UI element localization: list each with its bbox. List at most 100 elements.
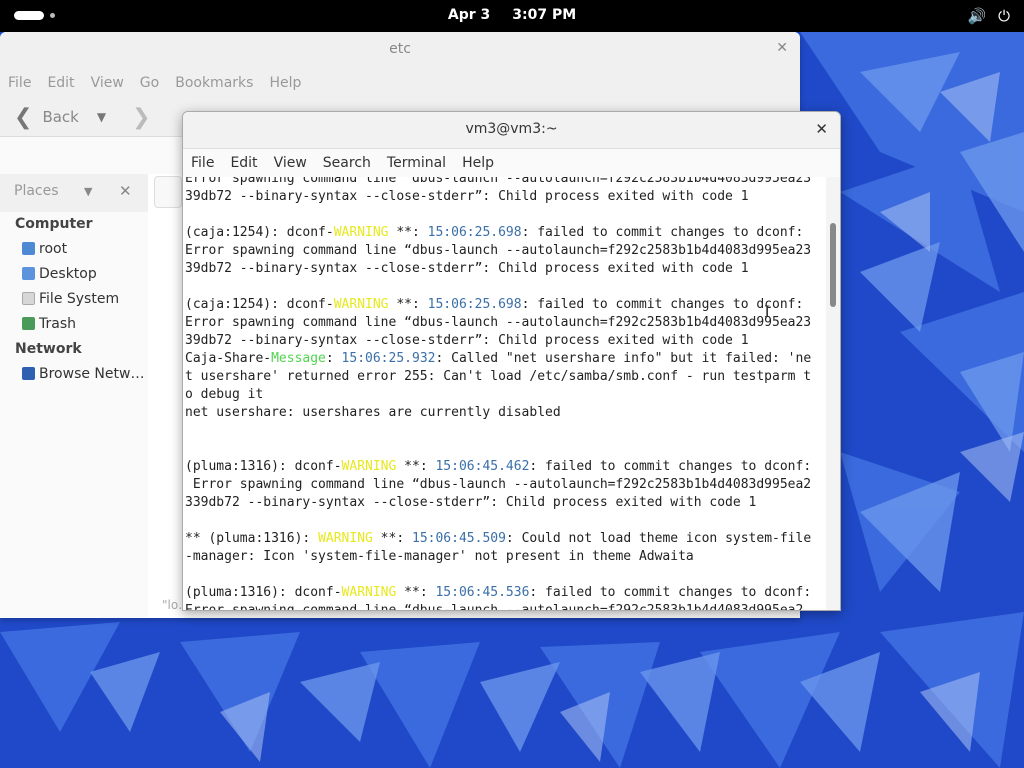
terminal-text: net usershare: usershares are currently … xyxy=(185,405,561,420)
sidebar-item-label: File System xyxy=(39,291,120,307)
desktop-folder-icon xyxy=(22,267,35,280)
terminal-output[interactable]: Error spawning command line “dbus-launch… xyxy=(183,177,826,610)
sidebar-item-trash[interactable]: Trash xyxy=(0,312,148,337)
terminal-text: Error spawning command line “dbus-launch… xyxy=(185,243,812,258)
menu-view[interactable]: View xyxy=(91,75,124,91)
terminal-line: 39db72 --binary-syntax --close-stderr”: … xyxy=(185,260,811,278)
edit-location-button[interactable] xyxy=(154,176,182,208)
forward-arrow-icon[interactable]: ❯ xyxy=(132,105,150,130)
back-history-dropdown-icon[interactable]: ▼ xyxy=(97,110,106,124)
menu-help[interactable]: Help xyxy=(462,155,494,171)
terminal-line: Error spawning command line “dbus-launch… xyxy=(185,242,811,260)
places-header: Places ▼ ✕ xyxy=(0,174,148,212)
terminal-line: (caja:1254): dconf-WARNING **: 15:06:25.… xyxy=(185,224,811,242)
log-timestamp: 15:06:25.698 xyxy=(427,225,522,240)
network-icon xyxy=(22,367,35,380)
terminal-text: Error spawning command line “dbus-launch… xyxy=(185,603,803,610)
menu-search[interactable]: Search xyxy=(323,155,371,171)
terminal-text: Caja-Share- xyxy=(185,351,272,366)
terminal-text: (pluma:1316): dconf- xyxy=(185,585,342,600)
file-manager-titlebar[interactable]: etc ✕ xyxy=(0,32,800,68)
clock[interactable]: Apr 3 3:07 PM xyxy=(0,7,1024,23)
back-button[interactable]: Back xyxy=(42,108,78,126)
clock-time: 3:07 PM xyxy=(512,7,577,23)
terminal-line: Error spawning command line “dbus-launch… xyxy=(185,602,811,610)
sidebar-item-browse-network[interactable]: Browse Netw… xyxy=(0,362,148,387)
terminal-text: 39db72 --binary-syntax --close-stderr”: … xyxy=(185,189,749,204)
menu-go[interactable]: Go xyxy=(140,75,159,91)
system-tray[interactable]: 🔊 ⏻ xyxy=(967,7,1010,25)
terminal-line: 39db72 --binary-syntax --close-stderr”: … xyxy=(185,332,811,350)
terminal-text: : failed to commit changes to dconf: xyxy=(521,297,804,312)
clock-date: Apr 3 xyxy=(447,7,491,23)
terminal-line: -manager: Icon 'system-file-manager' not… xyxy=(185,548,811,566)
warning-label: WARNING xyxy=(333,297,389,312)
menu-help[interactable]: Help xyxy=(269,75,301,91)
terminal-line: (pluma:1316): dconf-WARNING **: 15:06:45… xyxy=(185,584,811,602)
terminal-line: net usershare: usershares are currently … xyxy=(185,404,811,422)
close-icon[interactable]: ✕ xyxy=(815,120,828,138)
file-manager-title: etc xyxy=(389,41,411,57)
menu-terminal[interactable]: Terminal xyxy=(387,155,446,171)
back-arrow-icon[interactable]: ❮ xyxy=(14,105,32,130)
terminal-line: o debug it xyxy=(185,386,811,404)
message-label: Message xyxy=(271,351,326,366)
terminal-line: 39db72 --binary-syntax --close-stderr”: … xyxy=(185,188,811,206)
sidebar-item-file-system[interactable]: File System xyxy=(0,287,148,312)
menu-file[interactable]: File xyxy=(8,75,31,91)
sidebar-header-computer: Computer xyxy=(15,216,93,232)
terminal-title: vm3@vm3:~ xyxy=(465,121,558,137)
terminal-line: ** (pluma:1316): WARNING **: 15:06:45.50… xyxy=(185,530,811,548)
text-cursor-icon: I xyxy=(764,302,771,321)
menu-edit[interactable]: Edit xyxy=(230,155,257,171)
terminal-text: Error spawning command line “dbus-launch… xyxy=(185,315,812,330)
terminal-line: Error spawning command line “dbus-launch… xyxy=(185,476,811,494)
sidebar-item-label: Trash xyxy=(39,316,76,332)
terminal-scrollbar[interactable] xyxy=(826,177,840,610)
close-sidebar-icon[interactable]: ✕ xyxy=(119,182,132,200)
terminal-line: t usershare' returned error 255: Can't l… xyxy=(185,368,811,386)
menu-edit[interactable]: Edit xyxy=(47,75,74,91)
scrollbar-thumb[interactable] xyxy=(830,223,836,307)
terminal-line: Error spawning command line “dbus-launch… xyxy=(185,314,811,332)
terminal-titlebar[interactable]: vm3@vm3:~ ✕ xyxy=(183,112,840,149)
terminal-text: (caja:1254): dconf- xyxy=(185,297,334,312)
warning-label: WARNING xyxy=(341,459,397,474)
terminal-text: Error spawning command line “dbus-launch… xyxy=(185,477,812,492)
terminal-text: : failed to commit changes to dconf: xyxy=(529,585,812,600)
drive-icon xyxy=(22,292,35,305)
speaker-icon[interactable]: 🔊 xyxy=(967,7,986,25)
power-icon[interactable]: ⏻ xyxy=(998,7,1010,25)
terminal-text: Error spawning command line “dbus-launch… xyxy=(185,177,812,186)
sidebar-item-label: root xyxy=(39,241,68,257)
sidebar-item-root[interactable]: root xyxy=(0,237,148,262)
terminal-text: 39db72 --binary-syntax --close-stderr”: … xyxy=(185,333,749,348)
warning-label: WARNING xyxy=(341,585,397,600)
menu-view[interactable]: View xyxy=(274,155,307,171)
menu-bookmarks[interactable]: Bookmarks xyxy=(175,75,253,91)
sidebar-item-desktop[interactable]: Desktop xyxy=(0,262,148,287)
log-timestamp: 15:06:45.462 xyxy=(435,459,530,474)
log-timestamp: 15:06:25.932 xyxy=(341,351,436,366)
sidebar-item-label: Desktop xyxy=(39,266,97,282)
menu-file[interactable]: File xyxy=(191,155,214,171)
trash-icon xyxy=(22,317,35,330)
places-selector[interactable]: Places xyxy=(14,183,59,199)
terminal-line: (pluma:1316): dconf-WARNING **: 15:06:45… xyxy=(185,458,811,476)
terminal-text: (pluma:1316): dconf- xyxy=(185,459,342,474)
chevron-down-icon[interactable]: ▼ xyxy=(84,185,92,198)
terminal-line: (caja:1254): dconf-WARNING **: 15:06:25.… xyxy=(185,296,811,314)
terminal-text: 39db72 --binary-syntax --close-stderr”: … xyxy=(185,261,749,276)
terminal-text: **: xyxy=(388,225,428,240)
close-icon[interactable]: ✕ xyxy=(776,40,788,56)
file-manager-menubar: File Edit View Go Bookmarks Help xyxy=(0,68,800,98)
home-folder-icon xyxy=(22,242,35,255)
log-timestamp: 15:06:45.509 xyxy=(412,531,506,546)
terminal-line: 339db72 --binary-syntax --close-stderr”:… xyxy=(185,494,811,512)
terminal-text: : failed to commit changes to dconf: xyxy=(529,459,812,474)
